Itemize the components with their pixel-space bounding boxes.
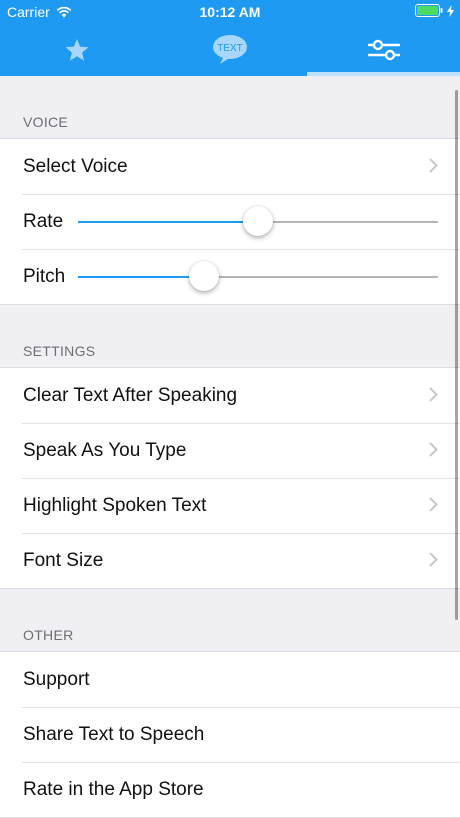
rate-app-label: Rate in the App Store [23, 778, 204, 800]
speak-as-you-type-row[interactable]: Speak As You Type [0, 423, 460, 478]
chevron-right-icon [429, 442, 438, 457]
share-row[interactable]: Share Text to Speech [0, 707, 460, 762]
support-row[interactable]: Support [0, 652, 460, 707]
settings-group: Clear Text After Speaking Speak As You T… [0, 367, 460, 589]
rate-app-row[interactable]: Rate in the App Store [0, 762, 460, 817]
clear-text-row[interactable]: Clear Text After Speaking [0, 368, 460, 423]
rate-row: Rate [0, 194, 460, 249]
scrollbar[interactable] [455, 90, 458, 620]
text-bubble-icon: TEXT [212, 35, 247, 64]
settings-list: VOICE Select Voice Rate Pitch SETTINGS C… [0, 76, 460, 818]
charging-bolt-icon [447, 4, 454, 17]
speak-as-you-type-label: Speak As You Type [23, 439, 187, 461]
chevron-right-icon [429, 552, 438, 567]
share-label: Share Text to Speech [23, 723, 205, 745]
section-header-voice: VOICE [23, 114, 69, 130]
font-size-row[interactable]: Font Size [0, 533, 460, 588]
pitch-slider-thumb[interactable] [189, 261, 219, 291]
chevron-right-icon [429, 158, 438, 173]
status-bar: Carrier 10:12 AM [0, 0, 460, 24]
highlight-spoken-text-label: Highlight Spoken Text [23, 494, 207, 516]
clear-text-label: Clear Text After Speaking [23, 384, 238, 406]
rate-slider-thumb[interactable] [243, 206, 273, 236]
tab-settings[interactable] [307, 24, 460, 76]
select-voice-label: Select Voice [23, 155, 128, 177]
chevron-right-icon [429, 497, 438, 512]
battery-indicator [415, 4, 454, 17]
chevron-right-icon [429, 387, 438, 402]
other-group: Support Share Text to Speech Rate in the… [0, 651, 460, 818]
voice-group: Select Voice Rate Pitch [0, 138, 460, 305]
tab-bar: TEXT [0, 24, 460, 76]
pitch-slider-fill [78, 276, 204, 278]
battery-icon [415, 4, 443, 17]
text-bubble-label: TEXT [217, 43, 243, 54]
tab-favorites[interactable] [0, 24, 153, 76]
highlight-spoken-text-row[interactable]: Highlight Spoken Text [0, 478, 460, 533]
status-time: 10:12 AM [199, 4, 261, 20]
select-voice-row[interactable]: Select Voice [0, 139, 460, 194]
section-header-other: OTHER [23, 627, 74, 643]
header-bar: Carrier 10:12 AM TEXT [0, 0, 460, 76]
pitch-slider[interactable] [78, 261, 438, 291]
rate-slider[interactable] [78, 206, 438, 236]
rate-slider-fill [78, 221, 258, 223]
pitch-label: Pitch [23, 265, 66, 287]
sliders-icon [367, 39, 400, 61]
support-label: Support [23, 668, 90, 690]
star-icon [65, 38, 88, 61]
section-header-settings: SETTINGS [23, 343, 96, 359]
font-size-label: Font Size [23, 549, 104, 571]
pitch-row: Pitch [0, 249, 460, 304]
tab-text[interactable]: TEXT [153, 24, 306, 76]
rate-label: Rate [23, 210, 64, 232]
